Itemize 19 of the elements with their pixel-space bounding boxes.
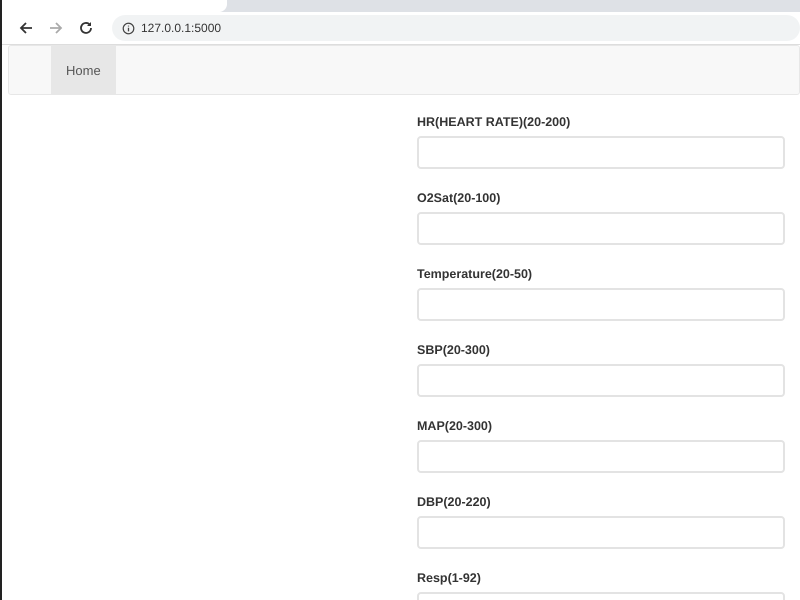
input-field[interactable] [417,288,785,321]
field-label: MAP(20-300) [417,419,494,433]
field-label: O2Sat(20-100) [417,191,502,205]
nav-link[interactable]: Home [51,46,116,94]
info-icon[interactable] [122,22,135,34]
back-arrow-icon[interactable] [18,20,34,36]
input-field[interactable] [417,212,785,245]
address-bar[interactable]: 127.0.0.1:5000 [112,15,800,41]
field-label: DBP(20-220) [417,495,492,509]
field-label: HR(HEART RATE)(20-200) [417,115,572,129]
field-label: Temperature(20-50) [417,267,534,281]
input-field[interactable] [417,516,785,549]
input-field[interactable] [417,364,785,397]
input-field[interactable] [417,440,785,473]
field-label: SBP(20-300) [417,343,491,357]
forward-arrow-icon[interactable] [48,20,64,36]
input-field[interactable] [417,136,785,169]
reload-icon[interactable] [78,20,94,36]
field-label: Resp(1-92) [417,571,482,585]
